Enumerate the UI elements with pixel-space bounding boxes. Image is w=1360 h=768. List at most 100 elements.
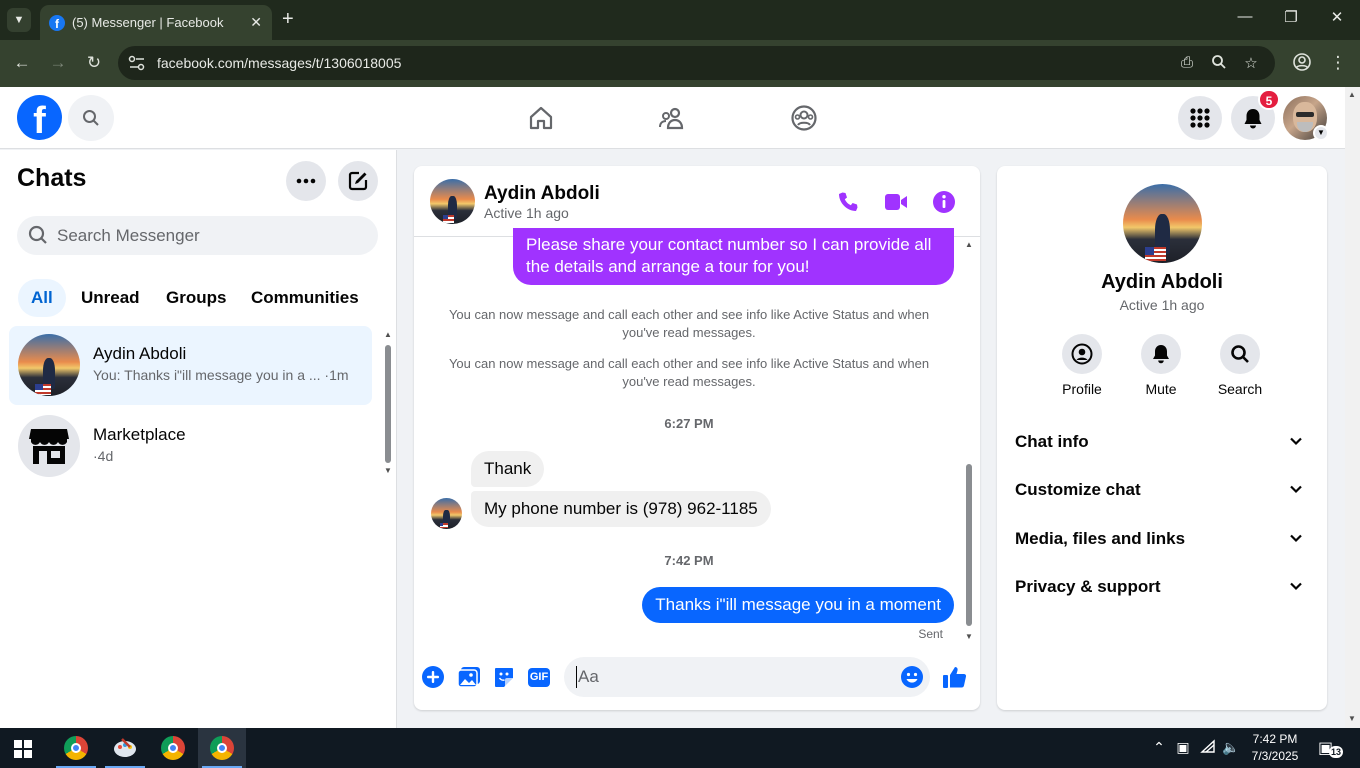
messages-scrollbar[interactable]: ▲ ▼ — [964, 240, 974, 642]
browser-toolbar: ← → ↻ facebook.com/messages/t/1306018005… — [0, 40, 1360, 87]
close-window-icon[interactable]: ✕ — [1325, 8, 1349, 26]
facebook-favicon-icon: f — [49, 14, 65, 31]
filter-all[interactable]: All — [18, 279, 66, 317]
facebook-search-button[interactable] — [68, 95, 114, 141]
chat-row-aydin[interactable]: Aydin Abdoli You: Thanks i"ill message y… — [9, 326, 372, 405]
scrollbar-thumb[interactable] — [966, 464, 972, 626]
section-media-files-links[interactable]: Media, files and links — [1015, 524, 1309, 554]
tab-close-icon[interactable]: ✕ — [250, 14, 262, 30]
outgoing-message[interactable]: Please share your contact number so I ca… — [513, 228, 954, 285]
filter-unread[interactable]: Unread — [68, 279, 153, 317]
windows-start-icon[interactable] — [14, 740, 32, 758]
action-label: Profile — [1062, 381, 1102, 397]
home-icon[interactable] — [523, 100, 559, 136]
address-bar[interactable]: facebook.com/messages/t/1306018005 ⎙ ☆ — [118, 46, 1275, 80]
search-action-button[interactable]: Search — [1200, 334, 1280, 397]
account-chevron-icon[interactable]: ▼ — [1313, 125, 1329, 141]
forward-icon[interactable]: → — [47, 52, 69, 74]
mute-action-button[interactable]: Mute — [1121, 334, 1201, 397]
incoming-message[interactable]: Thank — [471, 451, 545, 487]
tab-search-button[interactable]: ▼ — [7, 8, 31, 32]
minimize-icon[interactable]: — — [1233, 8, 1257, 25]
url-text[interactable]: facebook.com/messages/t/1306018005 — [157, 55, 401, 71]
chat-name: Marketplace — [93, 425, 186, 444]
chrome-icon — [210, 736, 234, 760]
gif-icon[interactable]: GIF — [526, 664, 552, 690]
meet-now-icon[interactable]: ▣ — [1173, 739, 1193, 756]
phone-call-icon[interactable] — [834, 188, 862, 216]
message-input-field[interactable] — [564, 657, 930, 697]
filter-groups[interactable]: Groups — [153, 279, 239, 317]
taskbar-chrome-app[interactable] — [52, 728, 100, 768]
taskbar-chrome-app-3[interactable] — [198, 728, 246, 768]
profile-icon[interactable] — [1291, 52, 1313, 74]
search-messenger-input[interactable] — [57, 216, 367, 255]
new-message-button[interactable] — [338, 161, 378, 201]
chats-title: Chats — [17, 164, 87, 192]
taskbar-clock[interactable]: 7:42 PM 7/3/2025 — [1245, 731, 1305, 765]
show-hidden-icons-icon[interactable]: ⌃ — [1149, 739, 1169, 756]
scroll-up-arrow-icon[interactable]: ▲ — [384, 330, 392, 339]
conversation-info-icon[interactable] — [930, 188, 958, 216]
zoom-icon[interactable] — [1209, 54, 1229, 74]
contact-name[interactable]: Aydin Abdoli — [997, 271, 1327, 294]
video-call-icon[interactable] — [882, 188, 910, 216]
page-scrollbar[interactable]: ▲ ▼ — [1345, 87, 1360, 728]
profile-action-button[interactable]: Profile — [1042, 334, 1122, 397]
chats-options-button[interactable] — [286, 161, 326, 201]
restore-icon[interactable]: ❐ — [1279, 8, 1303, 26]
back-icon[interactable]: ← — [11, 52, 33, 74]
scroll-up-arrow-icon[interactable]: ▲ — [965, 240, 973, 249]
new-tab-icon[interactable]: + — [282, 8, 294, 30]
scroll-up-arrow-icon[interactable]: ▲ — [1348, 90, 1356, 99]
section-customize-chat[interactable]: Customize chat — [1015, 475, 1309, 505]
avatar[interactable] — [1123, 184, 1202, 263]
volume-icon[interactable]: 🔈 — [1221, 739, 1241, 756]
scroll-down-arrow-icon[interactable]: ▼ — [1348, 714, 1356, 723]
scroll-down-arrow-icon[interactable]: ▼ — [965, 632, 973, 641]
taskbar-chrome-app-2[interactable] — [149, 728, 197, 768]
wifi-icon[interactable] — [1198, 739, 1218, 756]
sticker-icon[interactable] — [491, 664, 517, 690]
search-icon — [83, 110, 99, 126]
facebook-header: f 5 ▼ — [0, 87, 1345, 149]
section-chat-info[interactable]: Chat info — [1015, 427, 1309, 457]
browser-tab[interactable]: f (5) Messenger | Facebook ✕ — [40, 5, 272, 40]
outgoing-message[interactable]: Thanks i"ill message you in a moment — [642, 587, 954, 623]
avatar[interactable] — [430, 179, 475, 224]
chats-scrollbar[interactable]: ▲ ▼ — [384, 330, 392, 475]
plus-icon[interactable] — [420, 664, 446, 690]
emoji-icon[interactable] — [900, 665, 924, 694]
browser-menu-icon[interactable]: ⋮ — [1327, 52, 1349, 74]
facebook-logo-icon[interactable]: f — [17, 95, 62, 140]
search-messenger-field[interactable] — [17, 216, 378, 255]
bookmark-star-icon[interactable]: ☆ — [1241, 54, 1261, 72]
friends-icon[interactable] — [654, 100, 690, 136]
section-privacy-support[interactable]: Privacy & support — [1015, 572, 1309, 602]
conversation-header: Aydin Abdoli Active 1h ago — [414, 166, 980, 237]
chats-sidebar: Chats All Unread Groups Communities Aydi… — [0, 150, 397, 728]
chat-row-marketplace[interactable]: Marketplace ·4d — [9, 407, 372, 486]
notification-center-icon[interactable]: ▣ 13 — [1318, 738, 1344, 758]
conversation-name[interactable]: Aydin Abdoli — [484, 183, 600, 205]
marketplace-avatar — [18, 415, 80, 477]
menu-button[interactable] — [1178, 96, 1222, 140]
filter-communities[interactable]: Communities — [238, 279, 372, 317]
install-app-icon[interactable]: ⎙ — [1177, 54, 1197, 71]
like-icon[interactable] — [942, 664, 968, 690]
message-input[interactable] — [576, 666, 886, 688]
reload-icon[interactable]: ↻ — [83, 52, 105, 74]
gallery-icon[interactable] — [456, 664, 482, 690]
chevron-down-icon — [1290, 485, 1302, 494]
scroll-down-arrow-icon[interactable]: ▼ — [384, 466, 392, 475]
avatar — [18, 334, 80, 396]
site-info-icon[interactable] — [128, 55, 146, 71]
chat-name: Aydin Abdoli — [93, 344, 187, 363]
incoming-message[interactable]: My phone number is (978) 962-1185 — [471, 491, 771, 527]
groups-icon[interactable] — [786, 100, 822, 136]
section-label: Chat info — [1015, 432, 1089, 451]
taskbar-paint-app[interactable] — [101, 728, 149, 768]
scrollbar-thumb[interactable] — [385, 345, 391, 463]
chat-preview: ·4d — [93, 448, 114, 464]
conversation-details-panel: Aydin Abdoli Active 1h ago Profile Mute … — [997, 166, 1327, 710]
